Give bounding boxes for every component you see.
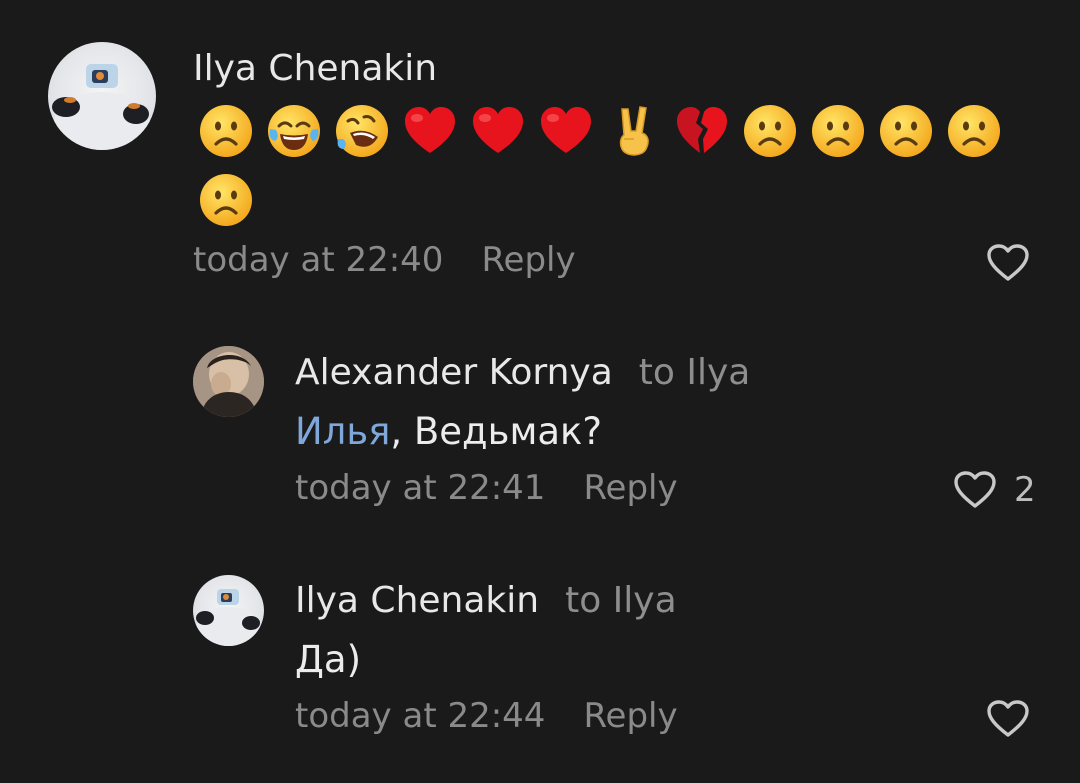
reply-button[interactable]: Reply	[583, 696, 677, 736]
like-button[interactable]	[987, 700, 1029, 738]
frowning-face-icon	[742, 103, 798, 159]
comment-author[interactable]: Ilya Chenakin	[193, 48, 437, 89]
like-count: 2	[1014, 470, 1036, 510]
reply-to-label[interactable]: to Ilya	[565, 580, 677, 621]
comment-author-line: Alexander Kornya to Ilya	[295, 352, 750, 393]
red-heart-icon	[538, 103, 594, 159]
reply-to-label[interactable]: to Ilya	[639, 352, 751, 393]
mention-link[interactable]: Илья	[295, 410, 390, 453]
comment-meta: today at 22:41 Reply	[295, 468, 678, 508]
broken-heart-icon	[674, 103, 730, 159]
comment-time: today at 22:44	[295, 696, 546, 736]
comment-meta: today at 22:44 Reply	[295, 696, 678, 736]
heart-icon	[987, 244, 1029, 282]
frowning-face-icon	[946, 103, 1002, 159]
avatar[interactable]	[48, 42, 156, 150]
frowning-face-icon	[878, 103, 934, 159]
heart-icon	[954, 471, 996, 509]
tears-of-joy-icon	[266, 103, 322, 159]
comment-meta: today at 22:40 Reply	[193, 240, 576, 280]
frowning-face-icon	[810, 103, 866, 159]
like-button[interactable]: 2	[954, 470, 1036, 510]
comment-time: today at 22:41	[295, 468, 546, 508]
red-heart-icon	[470, 103, 526, 159]
victory-hand-icon	[606, 103, 662, 159]
comment-text: Илья, Ведьмак?	[295, 410, 602, 453]
comment-body: , Ведьмак?	[390, 410, 603, 453]
reply-button[interactable]: Reply	[583, 468, 677, 508]
avatar[interactable]	[193, 575, 264, 646]
comment-time: today at 22:40	[193, 240, 444, 280]
comment-emoji-text-continued	[198, 172, 254, 228]
avatar[interactable]	[193, 346, 264, 417]
reply-button[interactable]: Reply	[481, 240, 575, 280]
rolling-laughing-icon	[334, 103, 390, 159]
red-heart-icon	[402, 103, 458, 159]
comment-author[interactable]: Alexander Kornya	[295, 352, 613, 393]
heart-icon	[987, 700, 1029, 738]
frowning-face-icon	[198, 103, 254, 159]
like-button[interactable]	[987, 244, 1029, 282]
comment-emoji-text	[198, 103, 1002, 159]
frowning-face-icon	[198, 172, 254, 228]
comment-author[interactable]: Ilya Chenakin	[295, 580, 539, 621]
comment-body: Да)	[295, 638, 362, 681]
comment-author-line: Ilya Chenakin to Ilya	[295, 580, 677, 621]
